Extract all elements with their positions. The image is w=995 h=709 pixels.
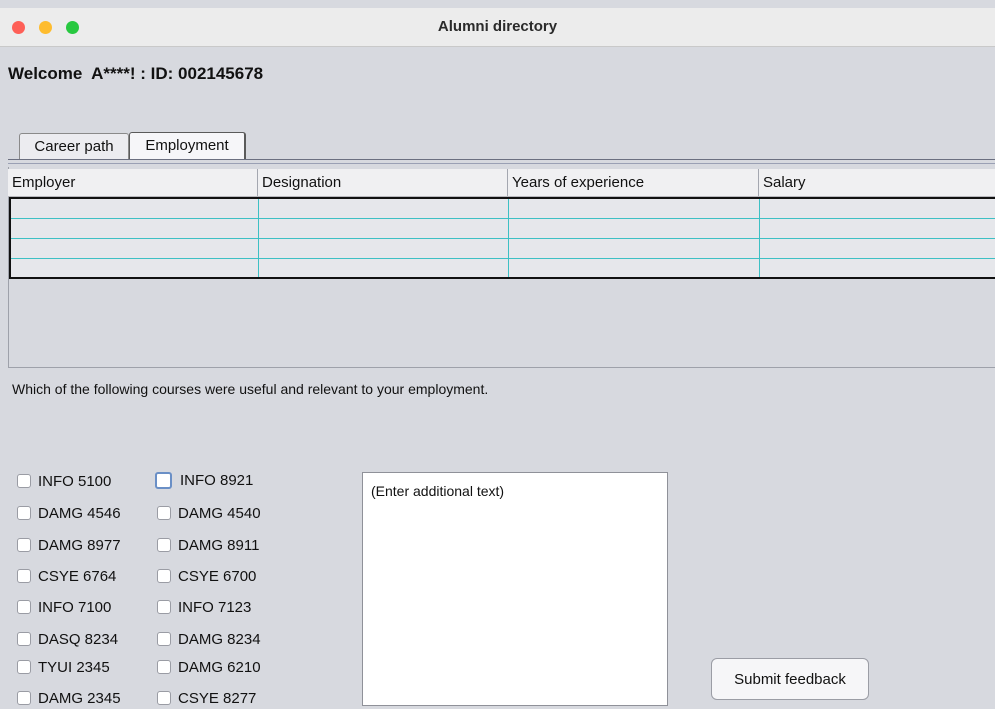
employment-table-header: Employer Designation Years of experience… [8, 169, 995, 197]
tab-divider [8, 159, 995, 160]
checkbox-box[interactable] [157, 569, 171, 583]
course-checkbox-damg-4546[interactable]: DAMG 4546 [17, 502, 121, 524]
course-checkbox-tyui-2345[interactable]: TYUI 2345 [17, 656, 110, 678]
course-label: INFO 5100 [38, 472, 112, 490]
course-label: DAMG 8911 [178, 536, 260, 554]
checkbox-box[interactable] [17, 632, 31, 646]
window-title: Alumni directory [437, 18, 558, 35]
checkbox-box[interactable] [157, 632, 171, 646]
course-label: DAMG 2345 [38, 689, 121, 707]
column-header-designation[interactable]: Designation [258, 169, 508, 196]
checkbox-box[interactable] [157, 691, 171, 705]
checkbox-box[interactable] [17, 569, 31, 583]
table-row[interactable] [11, 259, 995, 279]
welcome-label: Welcome A****! : ID: 002145678 [8, 64, 264, 83]
checkbox-box[interactable] [17, 691, 31, 705]
employment-table[interactable] [9, 197, 995, 279]
column-divider [508, 199, 509, 277]
course-label: INFO 8921 [180, 471, 254, 489]
checkbox-box[interactable] [17, 506, 31, 520]
checkbox-box[interactable] [155, 471, 172, 489]
course-label: INFO 7100 [38, 598, 112, 616]
table-row[interactable] [11, 199, 995, 219]
course-checkbox-info-8921[interactable]: INFO 8921 [155, 469, 253, 491]
checkbox-box[interactable] [17, 600, 31, 614]
table-row[interactable] [11, 219, 995, 239]
course-label: DAMG 4546 [38, 504, 121, 522]
column-divider [759, 199, 760, 277]
tab-employment[interactable]: Employment [129, 132, 246, 160]
course-checkbox-damg-6210[interactable]: DAMG 6210 [157, 656, 261, 678]
course-checkbox-damg-2345[interactable]: DAMG 2345 [17, 687, 121, 709]
course-label: DAMG 8977 [38, 536, 121, 554]
checkbox-box[interactable] [157, 538, 171, 552]
course-checkbox-damg-8911[interactable]: DAMG 8911 [157, 534, 259, 556]
courses-question: Which of the following courses were usef… [12, 381, 489, 397]
course-label: DAMG 6210 [178, 658, 261, 676]
course-label: DASQ 8234 [38, 630, 119, 648]
column-header-salary[interactable]: Salary [759, 169, 995, 196]
course-label: INFO 7123 [178, 598, 252, 616]
column-header-years-of-experience[interactable]: Years of experience [508, 169, 759, 196]
tab-label: Employment [145, 137, 229, 154]
checkbox-box[interactable] [17, 538, 31, 552]
course-checkbox-csye-8277[interactable]: CSYE 8277 [157, 687, 256, 709]
course-checkbox-damg-4540[interactable]: DAMG 4540 [157, 502, 261, 524]
course-label: DAMG 4540 [178, 504, 261, 522]
checkbox-box[interactable] [157, 660, 171, 674]
course-checkbox-csye-6700[interactable]: CSYE 6700 [157, 565, 256, 587]
course-checkbox-dasq-8234[interactable]: DASQ 8234 [17, 628, 118, 650]
checkbox-box[interactable] [157, 506, 171, 520]
checkbox-box[interactable] [17, 660, 31, 674]
course-checkbox-info-7100[interactable]: INFO 7100 [17, 596, 111, 618]
course-checkbox-info-7123[interactable]: INFO 7123 [157, 596, 251, 618]
submit-feedback-button[interactable]: Submit feedback [711, 658, 869, 700]
table-row[interactable] [11, 239, 995, 259]
column-header-employer[interactable]: Employer [8, 169, 258, 196]
course-label: CSYE 6700 [178, 567, 257, 585]
course-checkbox-damg-8977[interactable]: DAMG 8977 [17, 534, 121, 556]
additional-text-placeholder: (Enter additional text) [371, 483, 505, 499]
course-label: TYUI 2345 [38, 658, 110, 676]
checkbox-box[interactable] [157, 600, 171, 614]
column-divider [258, 199, 259, 277]
course-label: DAMG 8234 [178, 630, 261, 648]
window-titlebar: Alumni directory [0, 8, 995, 47]
course-checkbox-info-5100[interactable]: INFO 5100 [17, 470, 111, 492]
checkbox-box[interactable] [17, 474, 31, 488]
course-label: CSYE 8277 [178, 689, 257, 707]
tab-label: Career path [34, 138, 114, 155]
tab-career-path[interactable]: Career path [19, 133, 129, 160]
course-checkbox-damg-8234[interactable]: DAMG 8234 [157, 628, 261, 650]
course-label: CSYE 6764 [38, 567, 117, 585]
tab-divider [8, 163, 995, 164]
course-checkbox-csye-6764[interactable]: CSYE 6764 [17, 565, 116, 587]
additional-text-area[interactable]: (Enter additional text) [362, 472, 668, 706]
